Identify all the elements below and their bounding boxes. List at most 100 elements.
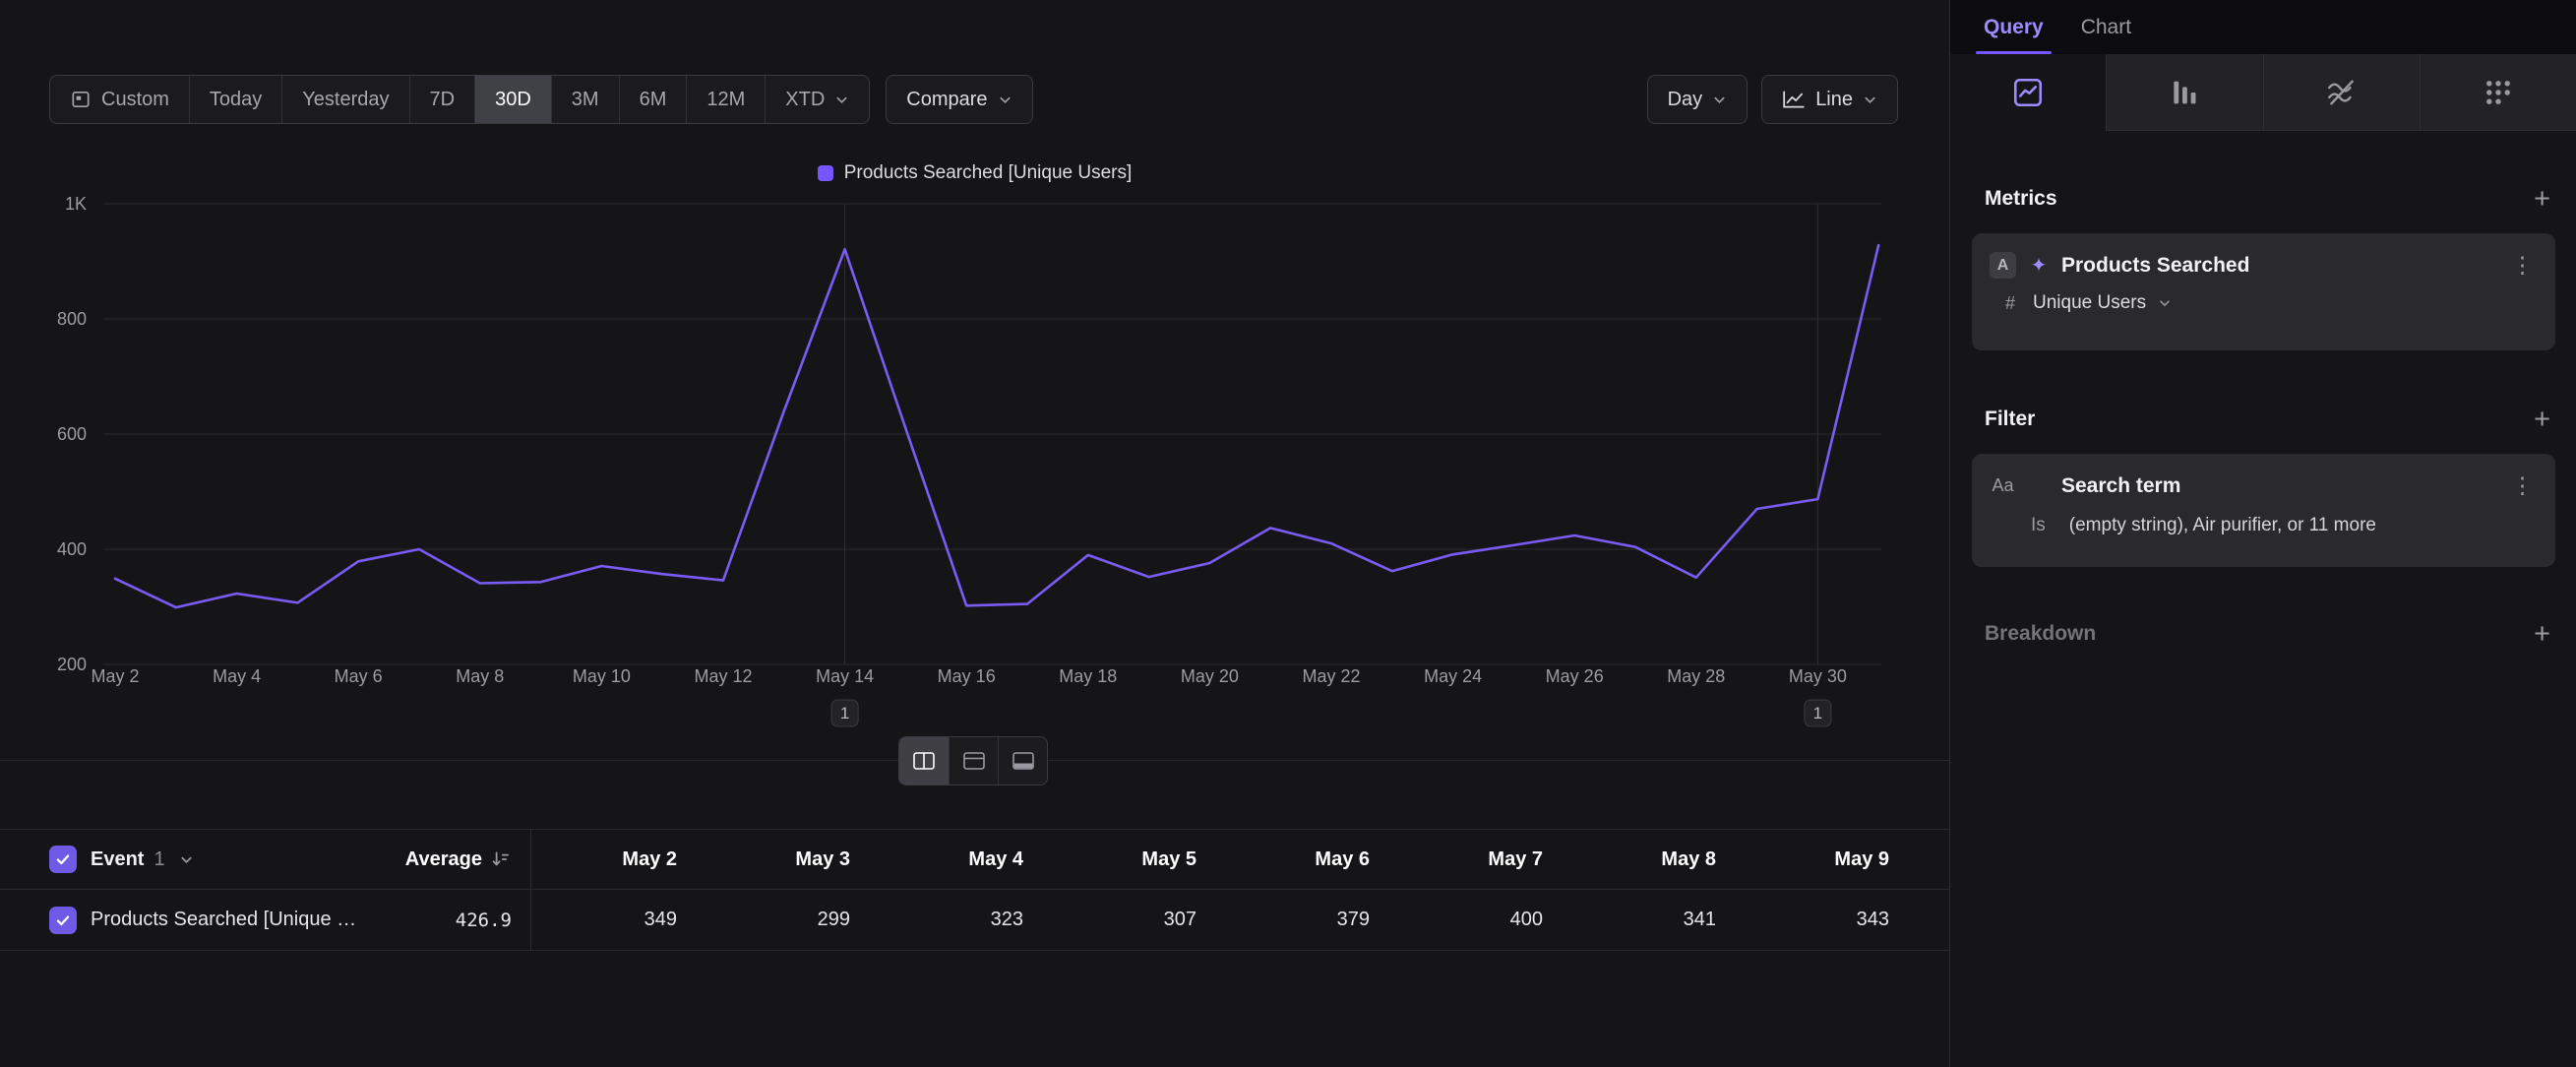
svg-text:600: 600 [57, 424, 87, 444]
date-range-12m[interactable]: 12M [686, 76, 765, 123]
check-icon [54, 850, 72, 868]
tab-retention[interactable] [2420, 54, 2576, 131]
svg-text:May 14: May 14 [816, 666, 874, 686]
average-value: 426.9 [456, 910, 512, 931]
chevron-down-icon [998, 93, 1012, 107]
cell-value: 343 [1744, 909, 1917, 931]
date-range-xtd[interactable]: XTD [765, 76, 869, 123]
column-header[interactable]: May 4 [878, 848, 1051, 871]
cell-value: 307 [1051, 909, 1224, 931]
table-bottom-icon [1012, 752, 1034, 770]
tab-funnels[interactable] [2106, 54, 2262, 131]
metrics-heading: Metrics [1985, 187, 2057, 211]
filter-operator: Is [2031, 515, 2046, 536]
date-range-30d[interactable]: 30D [474, 76, 551, 123]
string-type-icon: Aa [1990, 475, 2016, 496]
line-chart-icon [1782, 90, 1806, 109]
layout-split-button[interactable] [899, 737, 949, 785]
layout-top-button[interactable] [949, 737, 998, 785]
layout-toggle-group [898, 736, 1048, 785]
flows-icon [2325, 76, 2359, 109]
chevron-down-icon [1712, 93, 1727, 107]
tab-chart[interactable]: Chart [2065, 0, 2147, 54]
date-range-yesterday[interactable]: Yesterday [281, 76, 408, 123]
granularity-button[interactable]: Day [1647, 75, 1748, 124]
filter-heading: Filter [1985, 408, 2035, 431]
cell-value: 400 [1397, 909, 1570, 931]
svg-text:May 4: May 4 [213, 666, 261, 686]
cell-value: 349 [531, 909, 705, 931]
filter-condition-row[interactable]: Is (empty string), Air purifier, or 11 m… [1990, 515, 2538, 536]
layout-bottom-button[interactable] [998, 737, 1047, 785]
metric-name[interactable]: Products Searched [2061, 254, 2495, 278]
event-label: Event [91, 848, 144, 871]
svg-text:1: 1 [840, 704, 849, 722]
filter-options-kebab-icon[interactable]: ⋮ [2507, 472, 2538, 499]
tab-insights[interactable] [1950, 54, 2106, 131]
average-label: Average [405, 848, 482, 871]
date-range-custom[interactable]: Custom [50, 76, 189, 123]
svg-text:1: 1 [1813, 704, 1822, 722]
date-range-6m[interactable]: 6M [619, 76, 687, 123]
column-header[interactable]: May 3 [705, 848, 878, 871]
column-header[interactable]: May 8 [1570, 848, 1744, 871]
sort-icon [490, 848, 512, 870]
column-header[interactable]: May 6 [1224, 848, 1397, 871]
date-range-today[interactable]: Today [189, 76, 281, 123]
metric-options-kebab-icon[interactable]: ⋮ [2507, 252, 2538, 279]
date-range-7d[interactable]: 7D [409, 76, 475, 123]
funnels-icon [2168, 76, 2201, 109]
metric-card[interactable]: A ✦ Products Searched ⋮ # Unique Users [1972, 233, 2555, 350]
series-letter-badge: A [1990, 252, 2016, 279]
date-range-selector: Custom Today Yesterday 7D 30D 3M 6M 12M … [49, 75, 870, 124]
filter-card[interactable]: Aa Search term ⋮ Is (empty string), Air … [1972, 454, 2555, 567]
column-header[interactable]: May 7 [1397, 848, 1570, 871]
svg-text:May 10: May 10 [573, 666, 631, 686]
sparkle-icon: ✦ [2028, 253, 2050, 278]
metrics-section-header: Metrics + [1985, 177, 2554, 220]
svg-text:May 16: May 16 [938, 666, 996, 686]
average-header-cell[interactable]: Average [374, 848, 512, 871]
insights-icon [2011, 76, 2045, 109]
panel-tabs: Query Chart [1950, 0, 2576, 54]
event-header-cell: Event 1 [0, 846, 374, 873]
filter-property-name[interactable]: Search term [2061, 474, 2495, 498]
tab-flows[interactable] [2263, 54, 2420, 131]
analytics-app: { "colors": { "accent": "#7856ff", "line… [0, 0, 2576, 1067]
svg-text:400: 400 [57, 539, 87, 559]
date-range-3m[interactable]: 3M [551, 76, 619, 123]
cell-value: 299 [705, 909, 878, 931]
column-header[interactable]: May 5 [1051, 848, 1224, 871]
cell-value: 341 [1570, 909, 1744, 931]
breakdown-section-header: Breakdown + [1985, 612, 2554, 656]
line-chart[interactable]: 1K80060040020011May 2May 4May 6May 8May … [0, 167, 1949, 758]
row-average-cell: 426.9 [374, 910, 512, 931]
table-top-icon [963, 752, 985, 770]
chevron-down-icon[interactable] [179, 852, 194, 867]
svg-text:May 30: May 30 [1789, 666, 1847, 686]
event-checkbox[interactable] [49, 846, 77, 873]
column-header[interactable]: May 2 [531, 848, 705, 871]
tab-query[interactable]: Query [1968, 0, 2059, 54]
filter-card-main-row: Aa Search term ⋮ [1990, 470, 2538, 502]
table-split-icon [913, 752, 935, 770]
chart-controls: Day Line [1647, 75, 1898, 124]
add-metric-button[interactable]: + [2530, 185, 2554, 214]
table-row[interactable]: Products Searched [Unique Users] 426.9 3… [0, 890, 1949, 951]
add-breakdown-button[interactable]: + [2530, 620, 2554, 649]
svg-text:1K: 1K [65, 194, 87, 214]
filter-value: (empty string), Air purifier, or 11 more [2069, 515, 2376, 536]
metric-card-main-row: A ✦ Products Searched ⋮ [1990, 249, 2538, 282]
metric-card-measure-row[interactable]: # Unique Users [1990, 292, 2538, 314]
compare-button[interactable]: Compare [886, 75, 1032, 124]
svg-text:May 24: May 24 [1424, 666, 1482, 686]
breakdown-heading: Breakdown [1985, 622, 2096, 646]
chart-type-button[interactable]: Line [1761, 75, 1898, 124]
row-event-cell: Products Searched [Unique Users] [0, 907, 374, 934]
row-checkbox[interactable] [49, 907, 77, 934]
chevron-down-icon [2158, 296, 2172, 310]
calendar-icon [70, 89, 92, 110]
column-header[interactable]: May 9 [1744, 848, 1917, 871]
add-filter-button[interactable]: + [2530, 406, 2554, 434]
cell-value: 379 [1224, 909, 1397, 931]
